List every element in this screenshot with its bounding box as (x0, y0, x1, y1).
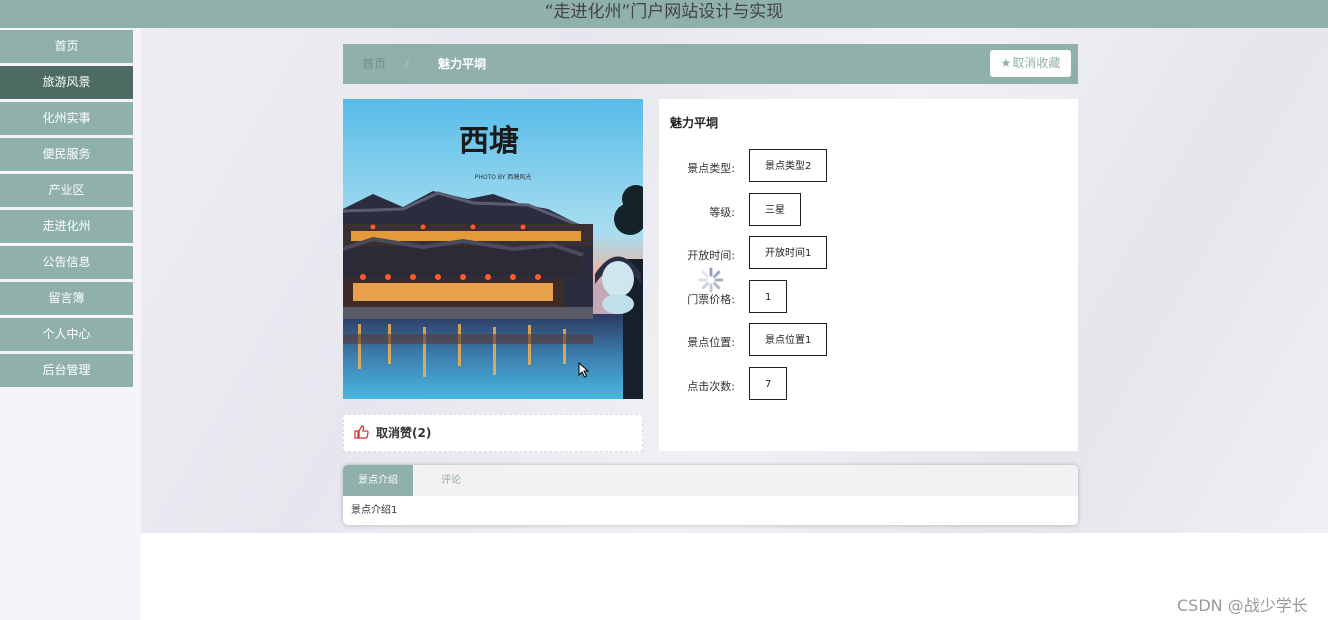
sidebar-item-profile[interactable]: 个人中心 (0, 318, 133, 351)
sidebar-item-home[interactable]: 首页 (0, 30, 133, 63)
unfavorite-button[interactable]: ★取消收藏 (990, 50, 1071, 77)
top-header: “走进化州”门户网站设计与实现 (0, 0, 1328, 28)
field-label-level: 等级: (709, 206, 735, 219)
tab-intro[interactable]: 景点介绍 (343, 465, 413, 496)
like-box: 取消赞(2) (343, 414, 643, 452)
field-label-location: 景点位置: (687, 336, 735, 349)
photo-caption-main: 西塘 (459, 124, 519, 159)
field-value-click-count: 7 (749, 367, 788, 400)
breadcrumb-separator: / (405, 57, 410, 71)
sidebar-item-travel-scenery[interactable]: 旅游风景 (0, 66, 133, 99)
tab-comments[interactable]: 评论 (413, 465, 489, 496)
unfavorite-label: 取消收藏 (1012, 56, 1061, 70)
tabs-card: 景点介绍 评论 景点介绍1 (343, 465, 1078, 525)
scenic-photo: 西塘 PHOTO BY 西塘风光 (343, 99, 643, 399)
breadcrumb-home-link[interactable]: 首页 (362, 44, 386, 84)
sidebar-item-guestbook[interactable]: 留言簿 (0, 282, 133, 315)
tab-strip: 景点介绍 评论 (343, 465, 1078, 496)
field-value-open-time: 开放时间1 (749, 236, 828, 269)
sidebar-item-announcements[interactable]: 公告信息 (0, 246, 133, 279)
sidebar-item-about[interactable]: 走进化州 (0, 210, 133, 243)
sidebar-item-admin[interactable]: 后台管理 (0, 354, 133, 387)
field-label-ticket-price: 门票价格: (687, 293, 735, 306)
unlike-button[interactable]: 取消赞(2) (376, 415, 431, 451)
field-label-open-time: 开放时间: (687, 249, 735, 262)
sidebar-item-public-services[interactable]: 便民服务 (0, 138, 133, 171)
breadcrumb: 首页 / 魅力平垌 ★取消收藏 (343, 44, 1078, 84)
tab-content-text: 景点介绍1 (351, 505, 398, 516)
breadcrumb-current: 魅力平垌 (438, 57, 487, 71)
field-label-type: 景点类型: (687, 162, 735, 175)
field-value-location: 景点位置1 (749, 323, 828, 356)
site-title: “走进化州”门户网站设计与实现 (544, 2, 784, 22)
detail-title: 魅力平垌 (670, 116, 719, 130)
mouse-cursor-icon (578, 362, 589, 378)
thumbs-up-icon[interactable] (354, 425, 369, 439)
field-value-level: 三星 (749, 193, 801, 226)
watermark: CSDN @战少学长 (1177, 596, 1308, 615)
field-label-click-count: 点击次数: (687, 380, 735, 393)
photo-caption-sub: PHOTO BY 西塘风光 (475, 173, 532, 181)
sidebar-item-local-news[interactable]: 化州实事 (0, 102, 133, 135)
loading-spinner-icon (698, 267, 724, 293)
field-value-ticket-price: 1 (749, 280, 788, 313)
star-icon: ★ (1000, 56, 1012, 70)
sidebar: 首页 旅游风景 化州实事 便民服务 产业区 走进化州 公告信息 留言簿 个人中心… (0, 28, 141, 620)
sidebar-item-industry[interactable]: 产业区 (0, 174, 133, 207)
field-value-type: 景点类型2 (749, 149, 828, 182)
